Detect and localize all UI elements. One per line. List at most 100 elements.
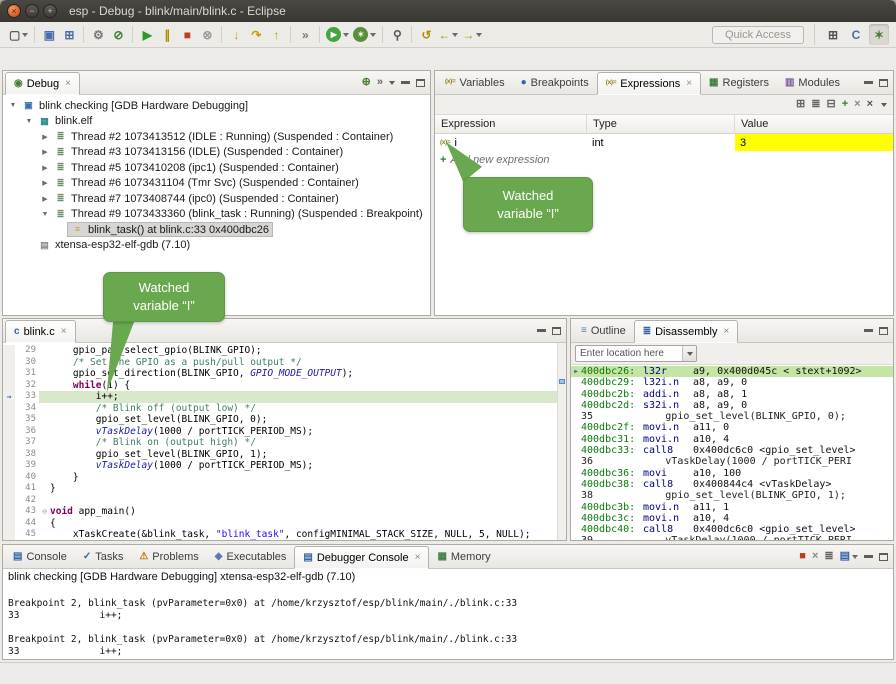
maximize-view-button[interactable] [879, 79, 888, 87]
code-line[interactable]: 39 vTaskDelay(1000 / portTICK_PERIOD_MS)… [3, 460, 557, 472]
tab-modules[interactable]: ▥Modules [777, 71, 848, 94]
run-dropdown-icon[interactable] [343, 33, 349, 40]
column-header-value[interactable]: Value [735, 115, 893, 133]
overview-marker[interactable] [559, 379, 565, 384]
disconnect-button[interactable]: ⊗ [197, 24, 217, 45]
chevron-expanded-icon[interactable]: ▼ [23, 118, 35, 125]
tab-memory[interactable]: ▦Memory [429, 545, 498, 568]
minimize-view-button[interactable] [537, 329, 546, 333]
quick-access-button[interactable]: Quick Access [712, 26, 804, 44]
code-editor[interactable]: 29 gpio_pad_select_gpio(BLINK_GPIO);30 /… [3, 343, 566, 540]
build-button[interactable]: ⚙ [88, 24, 108, 45]
debug-tree-item[interactable]: ▶≣Thread #7 1073408744 (ipc0) (Suspended… [3, 191, 430, 207]
new-wizard-dropdown-icon[interactable] [22, 33, 28, 40]
code-line[interactable]: 45 xTaskCreate(&blink_task, "blink_task"… [3, 529, 557, 540]
console-output[interactable]: blink checking [GDB Hardware Debugging] … [3, 569, 893, 659]
resume-button[interactable]: ▶ [137, 24, 157, 45]
add-expression-button[interactable]: + [842, 99, 848, 110]
chevron-collapsed-icon[interactable]: ▶ [39, 179, 51, 187]
column-header-type[interactable]: Type [587, 115, 735, 133]
code-line[interactable]: 38 gpio_set_level(BLINK_GPIO, 1); [3, 449, 557, 461]
disassembly-line[interactable]: 400dbc33:call80x400dc6c0 <gpio_set_level… [571, 445, 893, 456]
minimize-button[interactable]: − [25, 4, 39, 18]
tab-disassembly[interactable]: ≣Disassembly× [634, 320, 739, 343]
open-perspective-button[interactable]: ⊞ [823, 24, 843, 45]
chevron-collapsed-icon[interactable]: ▶ [39, 148, 51, 156]
back-dropdown-icon[interactable] [452, 33, 458, 40]
code-line[interactable]: 44{ [3, 518, 557, 530]
debug-tree-item[interactable]: ▼≣Thread #9 1073433360 (blink_task : Run… [3, 207, 430, 223]
code-line[interactable]: 32 while(1) { [3, 380, 557, 392]
add-expression-row[interactable]: +Add new expression [435, 151, 893, 168]
debug-tree-item[interactable]: ▤xtensa-esp32-elf-gdb (7.10) [3, 238, 430, 254]
minimize-view-button[interactable] [864, 555, 873, 559]
tab-console[interactable]: ▤Console [5, 545, 75, 568]
show-type-names-button[interactable]: ⊞ [796, 99, 805, 110]
disassembly-line[interactable]: 35 gpio_set_level(BLINK_GPIO, 0); [571, 411, 893, 422]
code-line[interactable]: 31 gpio_set_direction(BLINK_GPIO, GPIO_M… [3, 368, 557, 380]
run-button[interactable]: ▶ [324, 24, 351, 45]
expression-row[interactable]: (x)=iint3 [435, 134, 893, 151]
instruction-stepping-mode-button[interactable]: » [377, 77, 383, 88]
code-line[interactable]: 35 gpio_set_level(BLINK_GPIO, 0); [3, 414, 557, 426]
debug-tree-item[interactable]: ≡blink_task() at blink.c:33 0x400dbc26 [3, 222, 430, 238]
save-button[interactable]: ▣ [39, 24, 59, 45]
close-icon[interactable]: × [686, 78, 692, 89]
remove-all-expressions-button[interactable]: × [867, 99, 873, 110]
remove-selected-expressions-button[interactable]: × [854, 99, 860, 110]
disassembly-line[interactable]: ▶400dbc26:l32ra9, 0x400d045c < stext+109… [571, 366, 893, 377]
code-line[interactable]: →33 i++; [3, 391, 557, 403]
tab-debug[interactable]: ◉Debug× [5, 72, 80, 95]
debug-perspective-button[interactable]: ✶ [869, 24, 889, 45]
forward-dropdown-icon[interactable] [476, 33, 482, 40]
disassembly-line[interactable]: 400dbc40:call80x400dc6c0 <gpio_set_level… [571, 524, 893, 535]
step-into-button[interactable]: ↓ [226, 24, 246, 45]
instruction-stepping-button[interactable]: » [295, 24, 315, 45]
disassembly-line[interactable]: 400dbc3c:movi.na10, 4 [571, 513, 893, 524]
debug-dropdown-icon[interactable] [370, 33, 376, 40]
show-logical-structures-button[interactable]: ≣ [811, 99, 820, 110]
disassembly-line[interactable]: 38 gpio_set_level(BLINK_GPIO, 1); [571, 490, 893, 501]
debug-tree-item[interactable]: ▶≣Thread #6 1073431104 (Tmr Svc) (Suspen… [3, 176, 430, 192]
code-line[interactable]: 42 [3, 495, 557, 507]
disassembly-line[interactable]: 400dbc38:call80x400844c4 <vTaskDelay> [571, 479, 893, 490]
terminate-console-button[interactable]: ■ [799, 551, 806, 562]
disassembly-line[interactable]: 400dbc2d:s32i.na8, a9, 0 [571, 400, 893, 411]
code-line[interactable]: 40 } [3, 472, 557, 484]
tab-registers[interactable]: ▦Registers [701, 71, 777, 94]
maximize-view-button[interactable] [879, 327, 888, 335]
view-menu-button[interactable] [881, 99, 887, 110]
location-dropdown-button[interactable] [682, 346, 696, 361]
maximize-button[interactable]: + [43, 4, 57, 18]
tab-tasks[interactable]: ✓Tasks [75, 545, 132, 568]
clear-console-button[interactable]: ≣ [824, 551, 833, 562]
tab-breakpoints[interactable]: ●Breakpoints [513, 71, 597, 94]
debug-tree-item[interactable]: ▶≣Thread #5 1073410208 (ipc1) (Suspended… [3, 160, 430, 176]
disassembly-line[interactable]: 36 vTaskDelay(1000 / portTICK_PERI [571, 456, 893, 467]
code-line[interactable]: 30 /* Set the GPIO as a push/pull output… [3, 357, 557, 369]
titlebar[interactable]: × − + esp - Debug - blink/main/blink.c -… [0, 0, 896, 22]
tab-problems[interactable]: ⚠Problems [131, 545, 206, 568]
tab-debugger-console[interactable]: ▤Debugger Console× [294, 546, 429, 569]
maximize-view-button[interactable] [879, 553, 888, 561]
debug-button[interactable]: ✶ [351, 24, 378, 45]
terminate-button[interactable]: ■ [177, 24, 197, 45]
close-icon[interactable]: × [415, 552, 421, 563]
close-icon[interactable]: × [723, 326, 729, 337]
view-menu-button[interactable] [389, 77, 395, 88]
chevron-collapsed-icon[interactable]: ▶ [39, 195, 51, 203]
save-all-button[interactable]: ⊞ [59, 24, 79, 45]
maximize-view-button[interactable] [416, 79, 425, 87]
disassembly-line[interactable]: 400dbc36:movia10, 100 [571, 468, 893, 479]
code-line[interactable]: 34 /* Blink off (output low) */ [3, 403, 557, 415]
suspend-button[interactable]: ∥ [157, 24, 177, 45]
disassembly-line[interactable]: 400dbc2b:addi.na8, a8, 1 [571, 389, 893, 400]
tab-outline[interactable]: ≡Outline [573, 319, 634, 342]
step-over-button[interactable]: ↷ [246, 24, 266, 45]
location-input[interactable]: Enter location here [576, 348, 682, 359]
debug-tree-item[interactable]: ▶≣Thread #2 1073413512 (IDLE : Running) … [3, 129, 430, 145]
step-return-button[interactable]: ↑ [266, 24, 286, 45]
cpp-perspective-button[interactable]: C [846, 24, 866, 45]
skip-all-breakpoints-button[interactable]: ⊘ [108, 24, 128, 45]
remove-launch-button[interactable]: × [812, 551, 818, 562]
